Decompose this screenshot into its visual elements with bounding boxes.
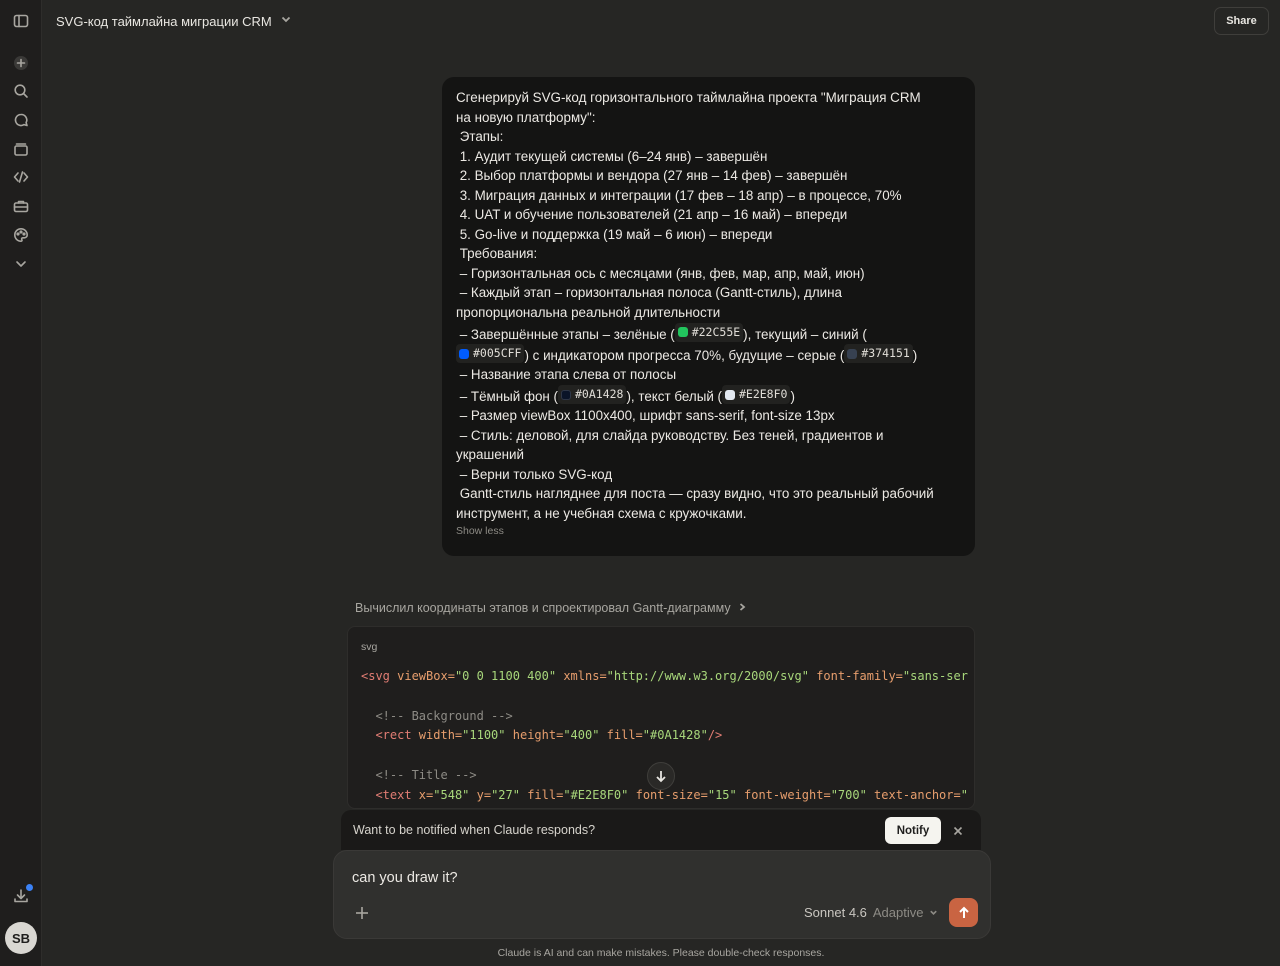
color-swatch: [677, 327, 688, 338]
chat-title: SVG-код таймлайна миграции CRM: [56, 13, 272, 29]
code-line: <!-- Title -->: [361, 767, 477, 782]
code-line: <text x="548" y="27" fill="#E2E8F0" font…: [361, 787, 968, 802]
send-button[interactable]: [949, 898, 978, 927]
new-chat-icon[interactable]: [11, 53, 31, 73]
sidebar-toggle-icon[interactable]: [11, 11, 31, 31]
color-chip-completed: #22C55E: [674, 322, 744, 343]
model-mode: Adaptive: [872, 905, 924, 920]
share-button[interactable]: Share: [1214, 7, 1269, 35]
arrow-up-icon: [958, 906, 969, 918]
chevron-right-icon: [737, 601, 747, 615]
chevron-down-icon: [280, 12, 292, 30]
user-message-text: Сгенерируй SVG-код горизонтального таймл…: [456, 90, 934, 521]
color-swatch: [724, 389, 735, 400]
plus-icon: [356, 907, 368, 919]
color-chip-text: #E2E8F0: [721, 384, 791, 405]
color-chip-future: #374151: [844, 343, 913, 364]
code-icon[interactable]: [11, 167, 31, 187]
scroll-to-bottom-button[interactable]: [647, 762, 675, 790]
projects-icon[interactable]: [11, 139, 31, 159]
code-line: <!-- Background -->: [361, 708, 513, 723]
color-swatch: [459, 348, 469, 359]
message-composer[interactable]: can you draw it? Sonnet 4.6 Adaptive: [333, 850, 991, 939]
arrow-down-icon: [656, 771, 666, 783]
chevron-down-icon[interactable]: [11, 254, 31, 274]
thinking-summary-text: Вычислил координаты этапов и спроектиров…: [355, 601, 731, 615]
thinking-summary[interactable]: Вычислил координаты этапов и спроектиров…: [355, 601, 747, 615]
color-swatch: [847, 348, 858, 359]
notification-dot: [26, 884, 33, 891]
user-message: Сгенерируй SVG-код горизонтального таймл…: [442, 77, 975, 556]
close-icon[interactable]: [952, 824, 964, 836]
model-selector[interactable]: Sonnet 4.6 Adaptive: [804, 905, 938, 920]
color-chip-current: #005CFF: [456, 343, 525, 364]
search-icon[interactable]: [11, 81, 31, 101]
palette-icon[interactable]: [11, 225, 31, 245]
code-line: <svg viewBox="0 0 1100 400" xmlns="http:…: [361, 669, 968, 683]
color-chip-background: #0A1428: [558, 384, 627, 405]
left-rail: SB: [0, 0, 42, 966]
code-line: <rect width="1100" height="400" fill="#0…: [361, 728, 723, 743]
add-attachment-button[interactable]: [354, 905, 370, 921]
chat-title-dropdown[interactable]: SVG-код таймлайна миграции CRM: [56, 12, 292, 30]
message-input[interactable]: can you draw it?: [352, 870, 458, 886]
color-swatch: [561, 389, 571, 400]
show-less-link[interactable]: Show less: [456, 525, 504, 537]
model-name: Sonnet 4.6: [804, 905, 867, 920]
chevron-down-icon: [929, 905, 938, 920]
chats-icon[interactable]: [11, 110, 31, 130]
toolbox-icon[interactable]: [11, 196, 31, 216]
notify-text: Want to be notified when Claude responds…: [353, 823, 596, 837]
code-language-label: svg: [361, 641, 378, 653]
notify-banner: Want to be notified when Claude responds…: [341, 810, 981, 850]
notify-button[interactable]: Notify: [885, 817, 941, 844]
disclaimer: Claude is AI and can make mistakes. Plea…: [497, 947, 825, 959]
